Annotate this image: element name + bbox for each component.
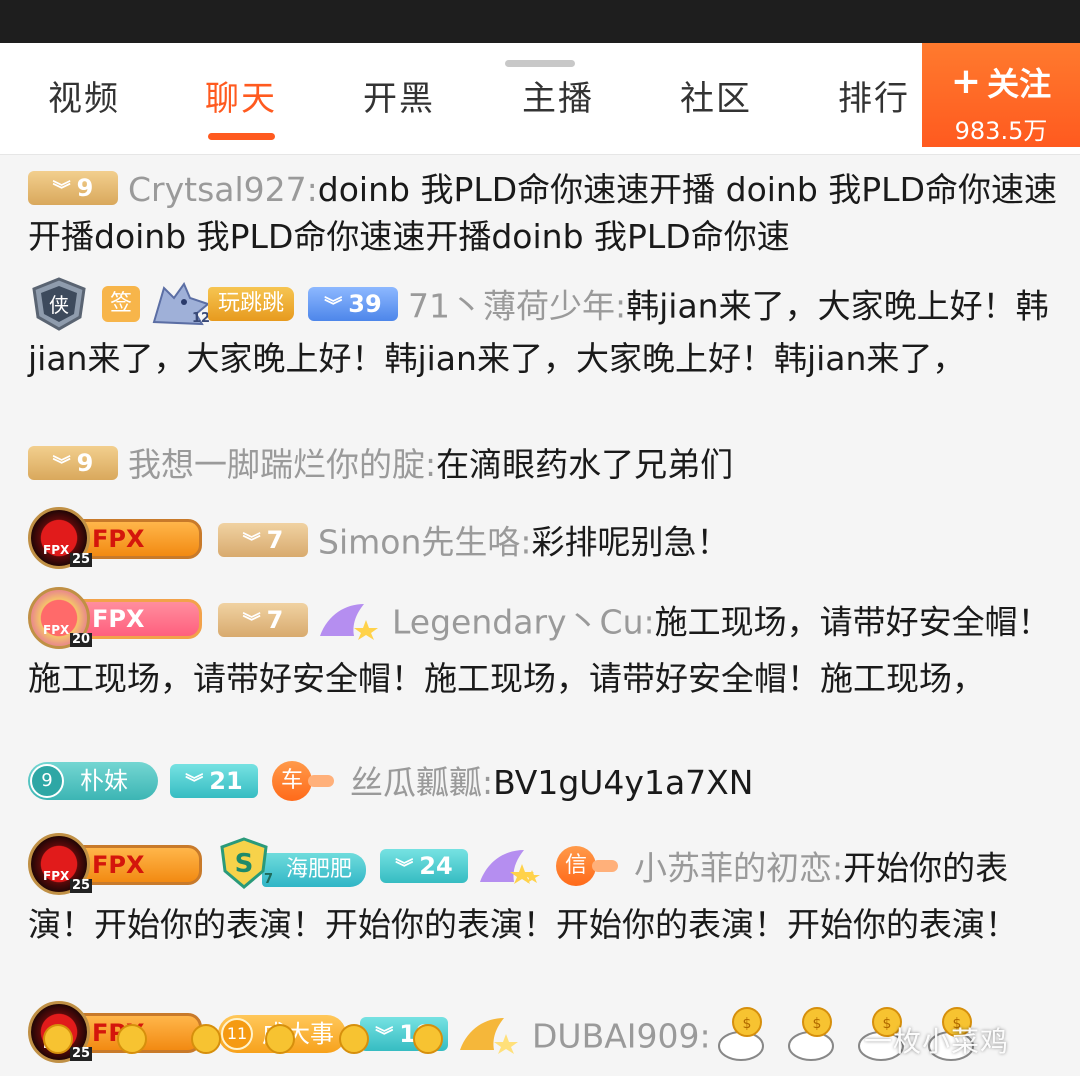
chat-list[interactable]: ︾ 9 Crytsal927:doinb 我PLD命你速速开播 doinb 我PLD… xyxy=(0,155,1080,1076)
tab-chat[interactable]: 聊天 xyxy=(205,71,277,120)
shield-icon: 侠 xyxy=(28,277,90,331)
username[interactable]: Simon先生咯: xyxy=(318,523,532,562)
chevron-icon: ︾ xyxy=(242,612,261,633)
fan-badge: 9 朴妹 xyxy=(28,761,158,800)
chevron-icon: ︾ xyxy=(52,454,71,476)
wing-icon xyxy=(478,846,542,886)
chevron-icon: ︾ xyxy=(395,858,414,879)
emote-row xyxy=(28,1013,458,1069)
chevron-icon: ︾ xyxy=(242,532,261,553)
chat-message: FPX FPX 20 ︾ 7 Legendary丶Cu:施工现场，请带好安全帽！施工… xyxy=(28,587,1058,702)
coin-emote-icon xyxy=(339,1024,369,1054)
tab-team-up[interactable]: 开黑 xyxy=(363,71,435,120)
wing-icon xyxy=(318,600,382,640)
drag-handle[interactable] xyxy=(505,60,575,67)
fan-badge: 海肥肥 S 7 xyxy=(218,837,368,891)
username[interactable]: 丝瓜瓤瓤: xyxy=(350,763,493,802)
team-badge: FPX FPX 25 xyxy=(28,833,204,895)
svg-text:$: $ xyxy=(742,1016,751,1032)
tab-ranking[interactable]: 排行 xyxy=(838,71,910,120)
coin-emote-icon xyxy=(191,1024,221,1054)
svg-text:$: $ xyxy=(812,1016,821,1032)
team-badge: FPX FPX 20 xyxy=(28,587,204,649)
tab-video[interactable]: 视频 xyxy=(48,71,120,120)
watermark: 一枚小菜鸡 xyxy=(864,1025,1010,1058)
tab-streamer[interactable]: 主播 xyxy=(522,71,594,120)
tab-bar: 视频 聊天 开黑 主播 社区 排行 + 关注 983.5万 xyxy=(0,43,1080,155)
chat-message: FPX FPX 25 海肥肥 S 7 ︾ 24 信小苏菲的初恋:开始你的表演！开始你… xyxy=(28,833,1058,948)
level-badge: ︾ 21 xyxy=(170,763,258,798)
plus-icon: + xyxy=(950,61,982,102)
coin-emote-icon xyxy=(265,1024,295,1054)
level-badge: ︾ 39 xyxy=(308,287,398,321)
username[interactable]: Crytsal927: xyxy=(128,170,318,209)
username[interactable]: 我想一脚踹烂你的腚: xyxy=(128,445,436,484)
username[interactable]: 小苏菲的初恋: xyxy=(634,849,843,888)
svg-text:侠: 侠 xyxy=(49,293,69,317)
follow-label: 关注 xyxy=(987,65,1052,103)
username[interactable]: 71丶薄荷少年: xyxy=(408,287,626,326)
coin-emote-icon: $ xyxy=(711,1006,771,1062)
coin-emote-icon xyxy=(413,1024,443,1054)
chat-message: ︾ 9 我想一脚踹烂你的腚:在滴眼药水了兄弟们 xyxy=(28,441,1058,488)
chat-message: ︾ 9 Crytsal927:doinb 我PLD命你速速开播 doinb 我PLD… xyxy=(28,166,1058,260)
chevron-icon: ︾ xyxy=(52,179,71,201)
username[interactable]: Legendary丶Cu: xyxy=(392,603,655,642)
svg-text:S: S xyxy=(235,849,254,879)
level-badge: ︾ 7 xyxy=(218,523,308,557)
level-badge: ︾ 24 xyxy=(380,849,468,883)
fan-badge: 12 玩跳跳 xyxy=(150,282,296,326)
level-badge: ︾ 7 xyxy=(218,603,308,637)
chat-message: 侠 签 12 玩跳跳 ︾ 39 71丶薄荷少年:韩jian来了，大家晚上好！韩jia… xyxy=(28,277,1058,382)
follower-count: 983.5万 xyxy=(954,117,1048,145)
wing-icon xyxy=(458,1014,522,1054)
message-text: 在滴眼药水了兄弟们 xyxy=(436,445,734,484)
message-text: BV1gU4y1a7XN xyxy=(493,763,754,802)
sign-in-badge: 签 xyxy=(102,286,140,322)
chevron-icon: ︾ xyxy=(185,772,204,794)
follow-button[interactable]: + 关注 983.5万 xyxy=(922,43,1080,147)
team-badge: FPX FPX 25 xyxy=(28,507,204,569)
coin-emote-icon xyxy=(117,1024,147,1054)
active-tab-indicator xyxy=(208,133,275,140)
status-bar xyxy=(0,0,1080,43)
level-badge: ︾ 9 xyxy=(28,170,118,205)
tab-community[interactable]: 社区 xyxy=(680,71,752,120)
message-text: 彩排呢别急！ xyxy=(531,522,730,562)
chat-message: FPX FPX 25 ︾ 7 Simon先生咯:彩排呢别急！ xyxy=(28,507,1058,575)
vehicle-badge: 信 xyxy=(552,846,622,886)
chat-message: 9 朴妹 ︾ 21 车丝瓜瓤瓤:BV1gU4y1a7XN xyxy=(28,759,1058,806)
vehicle-badge: 车 xyxy=(268,760,338,801)
chevron-icon: ︾ xyxy=(324,296,343,317)
coin-emote-icon: $ xyxy=(781,1006,841,1062)
level-badge: ︾ 9 xyxy=(28,445,118,480)
coin-emote-icon xyxy=(43,1024,73,1054)
username[interactable]: DUBAI909: xyxy=(532,1017,711,1056)
